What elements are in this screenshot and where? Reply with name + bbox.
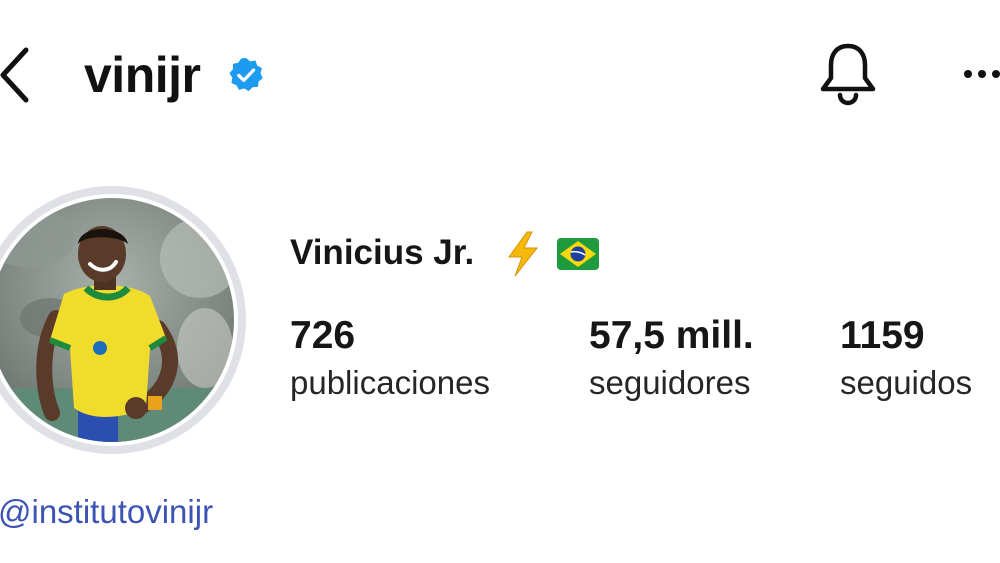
more-options-button[interactable] xyxy=(962,64,1000,84)
following-count: 1159 xyxy=(840,314,925,357)
back-button[interactable] xyxy=(0,44,34,106)
profile-display-name: Vinicius Jr. xyxy=(290,233,475,272)
followers-label: seguidores xyxy=(589,364,751,401)
more-horizontal-icon xyxy=(964,70,1000,78)
followers-count: 57,5 mill. xyxy=(589,314,754,357)
stat-following[interactable]: 1159 seguidos xyxy=(840,312,972,406)
verified-badge-icon xyxy=(229,57,263,92)
bell-icon xyxy=(820,43,876,106)
notifications-button[interactable] xyxy=(818,40,878,108)
avatar[interactable] xyxy=(0,198,234,442)
brazil-flag-icon xyxy=(557,238,599,270)
profile-username: vinijr xyxy=(84,47,201,103)
profile-photo xyxy=(0,198,234,442)
stat-posts[interactable]: 726 publicaciones xyxy=(290,312,490,406)
posts-count: 726 xyxy=(290,314,356,357)
instagram-profile-screen: vinijr Vinicius Jr. 726 publicaciones 57… xyxy=(0,0,1000,563)
avatar-ring xyxy=(0,186,246,454)
chevron-left-icon xyxy=(0,47,29,103)
high-voltage-icon xyxy=(508,231,539,277)
posts-label: publicaciones xyxy=(290,364,490,401)
following-label: seguidos xyxy=(840,364,973,401)
stat-followers[interactable]: 57,5 mill. seguidores xyxy=(589,312,754,406)
profile-mention-link[interactable]: @institutovinijr xyxy=(0,488,213,536)
